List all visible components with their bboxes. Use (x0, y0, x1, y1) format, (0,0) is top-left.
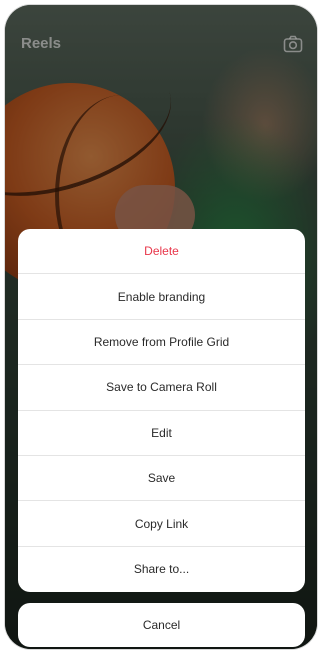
share-to-button[interactable]: Share to... (18, 547, 305, 592)
save-to-camera-roll-button[interactable]: Save to Camera Roll (18, 365, 305, 411)
action-sheet: Delete Enable branding Remove from Profi… (18, 229, 305, 592)
remove-from-profile-grid-button[interactable]: Remove from Profile Grid (18, 320, 305, 366)
phone-screen: Reels Delete Enable branding Remove from… (5, 5, 317, 649)
edit-button[interactable]: Edit (18, 411, 305, 456)
copy-link-button[interactable]: Copy Link (18, 501, 305, 547)
cancel-button[interactable]: Cancel (18, 603, 305, 647)
enable-branding-button[interactable]: Enable branding (18, 274, 305, 320)
save-button[interactable]: Save (18, 456, 305, 502)
delete-button[interactable]: Delete (18, 229, 305, 275)
